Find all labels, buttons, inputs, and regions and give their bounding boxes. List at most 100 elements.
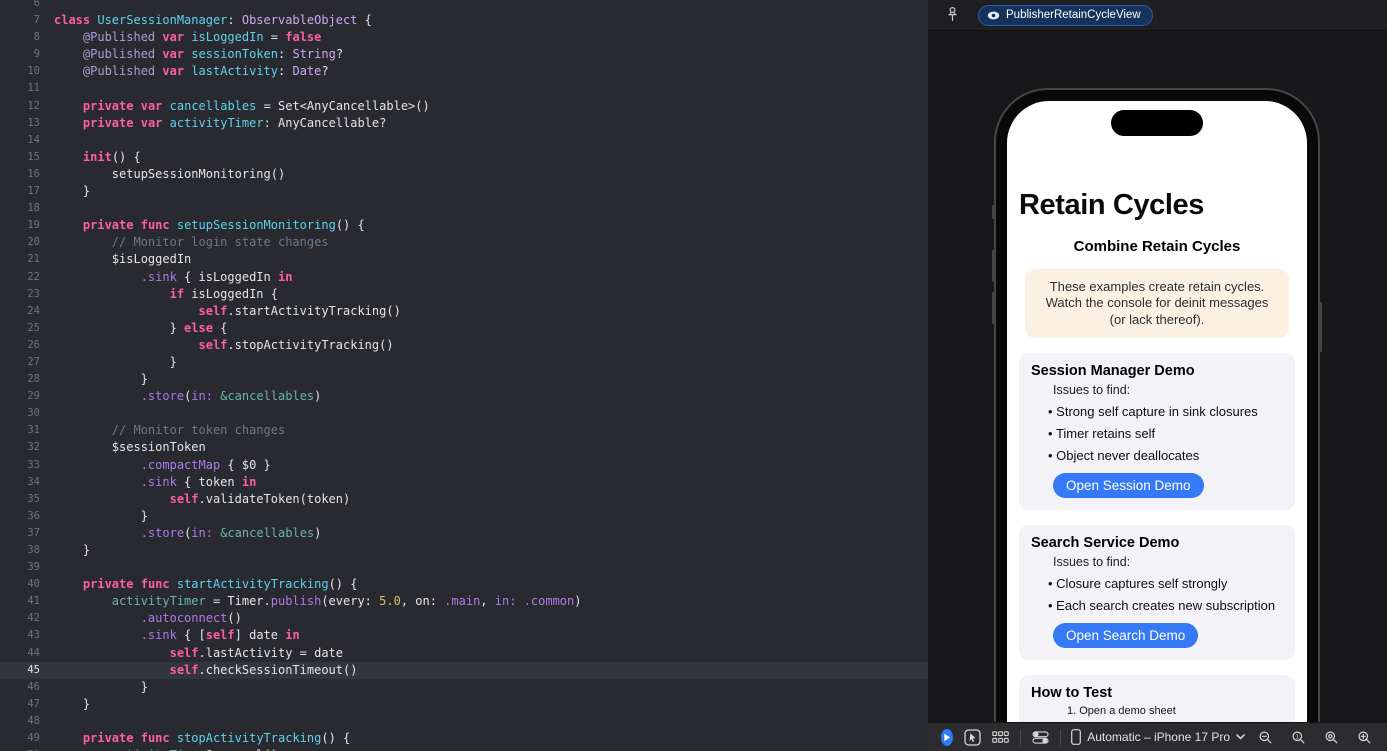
code-line[interactable]: 47 } xyxy=(0,696,928,713)
code-line[interactable]: 23 if isLoggedIn { xyxy=(0,286,928,303)
zoom-in-button[interactable] xyxy=(1355,728,1374,747)
zoom-out-button[interactable] xyxy=(1256,728,1275,747)
line-number: 30 xyxy=(27,407,40,420)
code-line[interactable]: 30 xyxy=(0,405,928,422)
code-line[interactable]: 13 private var activityTimer: AnyCancell… xyxy=(0,115,928,132)
code-line[interactable]: 27 } xyxy=(0,354,928,371)
issue-bullet: Strong self capture in sink closures xyxy=(1048,404,1283,419)
code-line[interactable]: 8 @Published var isLoggedIn = false xyxy=(0,29,928,46)
selectable-mode-button[interactable] xyxy=(964,728,981,747)
preview-toolbar: Automatic – iPhone 17 Pro 1 xyxy=(928,722,1387,751)
code-line[interactable]: 42 .autoconnect() xyxy=(0,610,928,627)
code-line[interactable]: 41 activityTimer = Timer.publish(every: … xyxy=(0,593,928,610)
code-text: } else { xyxy=(54,320,228,335)
code-line[interactable]: 45 self.checkSessionTimeout() xyxy=(0,661,928,679)
zoom-fit-button[interactable] xyxy=(1322,728,1341,747)
code-line[interactable]: 37 .store(in: &cancellables) xyxy=(0,525,928,542)
code-line[interactable]: 18 xyxy=(0,200,928,217)
code-line[interactable]: 38 } xyxy=(0,542,928,559)
code-text: } xyxy=(54,184,91,199)
code-text: .compactMap { $0 } xyxy=(140,457,271,472)
code-line[interactable]: 34 .sink { token in xyxy=(0,474,928,491)
preview-canvas: PublisherRetainCycleView Retain Cycles C… xyxy=(928,0,1387,751)
code-line[interactable]: 21 $isLoggedIn xyxy=(0,251,928,268)
open-session-demo-button[interactable]: Open Session Demo xyxy=(1053,473,1204,499)
code-line[interactable]: 11 xyxy=(0,80,928,97)
code-text: self.startActivityTracking() xyxy=(198,303,401,318)
code-line[interactable]: 39 xyxy=(0,559,928,576)
code-line[interactable]: 26 self.stopActivityTracking() xyxy=(0,337,928,354)
code-line[interactable]: 22 .sink { isLoggedIn in xyxy=(0,269,928,286)
line-number: 9 xyxy=(33,48,40,61)
code-line[interactable]: 49 private func stopActivityTracking() { xyxy=(0,730,928,747)
code-line[interactable]: 44 self.lastActivity = date xyxy=(0,645,928,662)
code-text: if isLoggedIn { xyxy=(169,286,278,301)
code-line[interactable]: 32 $sessionToken xyxy=(0,439,928,456)
device-picker[interactable]: Automatic – iPhone 17 Pro xyxy=(1071,729,1245,745)
code-line[interactable]: 50 activityTimer?.cancel() xyxy=(0,747,928,751)
iphone-frame: Retain Cycles Combine Retain Cycles Thes… xyxy=(992,88,1322,751)
code-line[interactable]: 29 .store(in: &cancellables) xyxy=(0,388,928,405)
code-editor[interactable]: 6 7 class UserSessionManager: ObservableOb… xyxy=(0,0,928,751)
line-number: 32 xyxy=(27,441,40,454)
code-text: activityTimer?.cancel() xyxy=(54,747,278,751)
line-number: 50 xyxy=(0,747,40,751)
code-line[interactable]: 43 .sink { [self] date in xyxy=(0,627,928,644)
line-number: 19 xyxy=(27,219,40,232)
pin-preview-button[interactable] xyxy=(942,5,962,25)
zoom-100-icon: 1 xyxy=(1292,731,1305,743)
volume-down-button xyxy=(992,292,995,324)
zoom-fit-icon xyxy=(1325,731,1338,743)
chevron-down-icon xyxy=(1236,734,1245,740)
line-number: 31 xyxy=(27,424,40,437)
code-text: self.stopActivityTracking() xyxy=(198,337,394,352)
device-settings-button[interactable] xyxy=(1031,728,1049,747)
code-line[interactable]: 35 self.validateToken(token) xyxy=(0,491,928,508)
code-lines: 6 7 class UserSessionManager: ObservableOb… xyxy=(0,0,928,751)
line-number: 23 xyxy=(27,287,40,300)
line-number: 47 xyxy=(27,697,40,710)
line-number: 41 xyxy=(27,595,40,608)
code-text: // Monitor token changes xyxy=(111,423,286,438)
code-line[interactable]: 48 xyxy=(0,713,928,730)
code-line[interactable]: 14 xyxy=(0,132,928,149)
card-title: Search Service Demo xyxy=(1031,535,1180,552)
code-line[interactable]: 15 init() { xyxy=(0,149,928,166)
code-line[interactable]: 46 } xyxy=(0,679,928,696)
code-line[interactable]: 25 } else { xyxy=(0,320,928,337)
code-text: $isLoggedIn xyxy=(54,252,192,267)
line-number: 16 xyxy=(27,167,40,180)
zoom-out-icon xyxy=(1259,731,1272,743)
code-line[interactable]: 6 xyxy=(0,0,928,12)
code-line[interactable]: 36 } xyxy=(0,508,928,525)
code-line[interactable]: 19 private func setupSessionMonitoring()… xyxy=(0,217,928,234)
issue-bullet: Object never deallocates xyxy=(1048,448,1283,463)
line-number: 21 xyxy=(27,253,40,266)
code-line[interactable]: 16 setupSessionMonitoring() xyxy=(0,166,928,183)
code-line[interactable]: 28 } xyxy=(0,371,928,388)
line-number: 25 xyxy=(27,321,40,334)
issues-list: Strong self capture in sink closures Time… xyxy=(1031,404,1283,463)
code-line[interactable]: 40 private func startActivityTracking() … xyxy=(0,576,928,593)
code-line[interactable]: 17 } xyxy=(0,183,928,200)
variants-mode-button[interactable] xyxy=(992,728,1009,747)
section-subtitle: Combine Retain Cycles xyxy=(1073,238,1241,256)
search-service-demo-card: Search Service Demo Issues to find: Clos… xyxy=(1019,525,1295,660)
line-number: 10 xyxy=(27,65,40,78)
code-line[interactable]: 33 .compactMap { $0 } xyxy=(0,457,928,474)
power-button xyxy=(1319,302,1322,352)
action-button xyxy=(992,205,995,219)
zoom-100-button[interactable]: 1 xyxy=(1289,728,1308,747)
code-line[interactable]: 31 // Monitor token changes xyxy=(0,422,928,439)
code-line[interactable]: 24 self.startActivityTracking() xyxy=(0,303,928,320)
code-line[interactable]: 20 // Monitor login state changes xyxy=(0,234,928,251)
line-number: 6 xyxy=(33,0,40,9)
preview-tab[interactable]: PublisherRetainCycleView xyxy=(978,4,1153,26)
code-line[interactable]: 12 private var cancellables = Set<AnyCan… xyxy=(0,98,928,115)
code-line[interactable]: 9 @Published var sessionToken: String? xyxy=(0,46,928,63)
open-search-demo-button[interactable]: Open Search Demo xyxy=(1053,622,1199,648)
code-line[interactable]: 7 class UserSessionManager: ObservableObj… xyxy=(0,12,928,29)
live-preview-button[interactable] xyxy=(941,728,953,746)
code-line[interactable]: 10 @Published var lastActivity: Date? xyxy=(0,63,928,80)
line-number: 14 xyxy=(27,133,40,146)
